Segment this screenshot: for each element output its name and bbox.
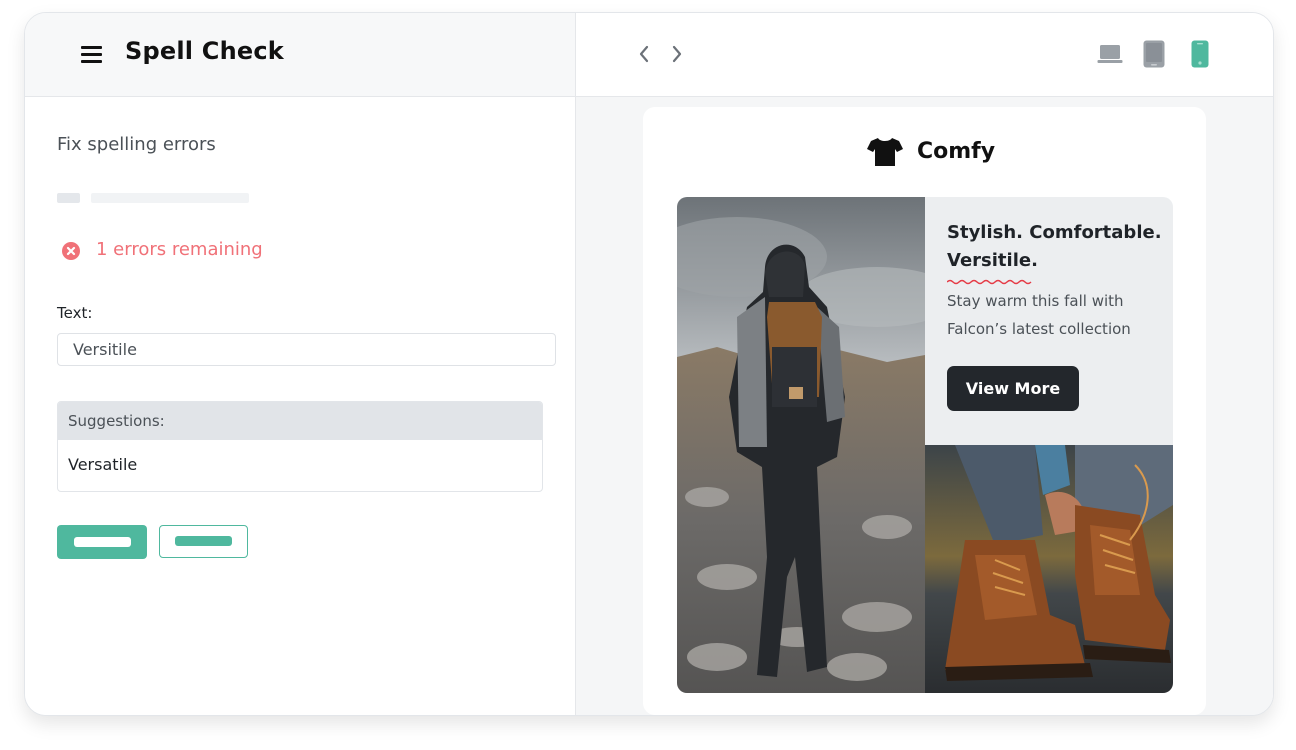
suggestions-header: Suggestions:	[58, 402, 542, 440]
progress-placeholder	[57, 193, 80, 203]
promo-body: Stay warm this fall with Falcon’s latest…	[947, 292, 1131, 338]
mobile-icon[interactable]	[1191, 40, 1209, 72]
email-preview-area: Comfy Stylish. Comfortable. Versitile. S…	[576, 97, 1273, 715]
panel-heading: Fix spelling errors	[57, 134, 216, 155]
apply-button[interactable]	[57, 525, 147, 559]
text-field-label: Text:	[57, 304, 93, 322]
view-more-button[interactable]: View More	[947, 366, 1079, 411]
boots-photo	[925, 445, 1173, 693]
errors-remaining-status: 1 errors remaining	[96, 239, 263, 260]
suggestion-item[interactable]: Versatile	[58, 440, 542, 490]
chevron-left-icon[interactable]	[634, 41, 654, 67]
t-shirt-icon	[867, 138, 903, 166]
chevron-right-icon[interactable]	[667, 41, 687, 67]
progress-track-placeholder	[91, 193, 249, 203]
tablet-icon[interactable]	[1143, 40, 1165, 72]
hero-section: Stylish. Comfortable. Versitile. Stay wa…	[677, 197, 1173, 693]
preview-header	[576, 13, 1273, 97]
text-field[interactable]	[57, 333, 556, 366]
email-card: Comfy Stylish. Comfortable. Versitile. S…	[643, 107, 1206, 715]
hamburger-icon[interactable]	[81, 46, 102, 63]
app-window: Spell Check Fix spelling errors 1 errors…	[24, 12, 1274, 716]
promo-headline: Stylish. Comfortable. Versitile.	[947, 222, 1162, 271]
button-label-placeholder	[175, 536, 232, 546]
button-label-placeholder	[74, 537, 131, 547]
hiker-photo	[677, 197, 925, 693]
spell-check-panel: Fix spelling errors 1 errors remaining T…	[25, 97, 575, 715]
laptop-icon[interactable]	[1097, 40, 1123, 70]
error-circle-icon	[62, 242, 80, 264]
skip-button[interactable]	[159, 525, 248, 558]
app-title: Spell Check	[125, 37, 284, 65]
brand-name: Comfy	[917, 139, 996, 164]
editor-header: Spell Check	[25, 13, 575, 97]
promo-block: Stylish. Comfortable. Versitile. Stay wa…	[925, 197, 1173, 445]
spelling-error-underline	[947, 279, 1032, 285]
suggestions-list: Suggestions: Versatile	[57, 401, 543, 492]
